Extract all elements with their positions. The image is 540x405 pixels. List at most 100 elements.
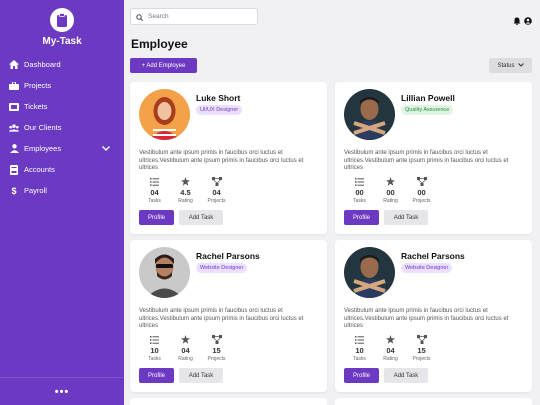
profile-button[interactable]: Profile bbox=[344, 210, 379, 225]
role-badge: Website Designer bbox=[196, 263, 248, 273]
sidebar-item-dashboard[interactable]: Dashboard bbox=[0, 54, 124, 75]
employee-card: Lillian Powell Quality Assurence Vestibu… bbox=[335, 82, 532, 234]
status-label: Status bbox=[497, 62, 515, 69]
diagram-icon bbox=[416, 177, 427, 186]
stat-label: Tasks bbox=[148, 356, 161, 362]
sidebar-item-our-clients[interactable]: Our Clients bbox=[0, 117, 124, 138]
stat-label: Tasks bbox=[353, 356, 366, 362]
employee-stats: 00 Tasks 00 Rating 00 Projects bbox=[344, 177, 437, 204]
add-task-button[interactable]: Add Task bbox=[179, 368, 223, 383]
avatar bbox=[139, 89, 190, 140]
sidebar-item-label: Employees bbox=[24, 144, 62, 153]
stat-value: 00 bbox=[355, 188, 364, 197]
stat-value: 04 bbox=[212, 188, 221, 197]
stat-label: Tasks bbox=[148, 198, 161, 204]
stat-value: 10 bbox=[150, 346, 159, 355]
stat-projects: 00 Projects bbox=[406, 177, 437, 204]
sidebar-item-label: Tickets bbox=[24, 102, 48, 111]
sidebar-item-label: Dashboard bbox=[24, 60, 61, 69]
sidebar-item-employees[interactable]: Employees bbox=[0, 138, 124, 159]
stat-rating: 04 Rating bbox=[375, 335, 406, 362]
stat-tasks: 10 Tasks bbox=[139, 335, 170, 362]
user-circle-icon[interactable] bbox=[524, 12, 532, 30]
card-actions: Profile Add Task bbox=[344, 210, 428, 225]
bell-icon[interactable] bbox=[513, 12, 521, 30]
add-employee-button[interactable]: + Add Employee bbox=[130, 58, 197, 73]
dollar-icon: $ bbox=[11, 185, 17, 196]
more-icon[interactable]: ••• bbox=[0, 377, 124, 405]
sidebar-item-accounts[interactable]: Accounts bbox=[0, 159, 124, 180]
employee-card-partial bbox=[335, 398, 532, 405]
search-icon bbox=[136, 8, 143, 26]
sidebar-item-label: Projects bbox=[24, 81, 52, 90]
profile-button[interactable]: Profile bbox=[139, 210, 174, 225]
search-input[interactable] bbox=[148, 13, 248, 20]
employee-card: Rachel Parsons Website Designer Vestibul… bbox=[130, 240, 327, 392]
avatar bbox=[139, 247, 190, 298]
role-badge: Quality Assurence bbox=[401, 105, 454, 115]
stat-label: Rating bbox=[178, 356, 193, 362]
stat-tasks: 04 Tasks bbox=[139, 177, 170, 204]
stat-rating: 04 Rating bbox=[170, 335, 201, 362]
users-icon bbox=[9, 123, 19, 133]
card-actions: Profile Add Task bbox=[139, 368, 223, 383]
avatar bbox=[344, 89, 395, 140]
add-task-button[interactable]: Add Task bbox=[384, 368, 428, 383]
stat-label: Tasks bbox=[353, 198, 366, 204]
stat-tasks: 00 Tasks bbox=[344, 177, 375, 204]
stat-label: Projects bbox=[412, 198, 431, 204]
star-icon bbox=[386, 335, 395, 344]
star-icon bbox=[181, 335, 190, 344]
employee-description: Vestibulum ante ipsum primis in faucibus… bbox=[139, 150, 304, 171]
stat-value: 10 bbox=[355, 346, 364, 355]
list-icon bbox=[150, 177, 159, 186]
profile-button[interactable]: Profile bbox=[139, 368, 174, 383]
topbar bbox=[130, 8, 534, 26]
stat-projects: 04 Projects bbox=[201, 177, 232, 204]
stat-value: 00 bbox=[417, 188, 426, 197]
receipt-icon bbox=[9, 164, 19, 175]
role-badge: UI/UX Designer bbox=[196, 105, 243, 115]
user-icon bbox=[9, 144, 19, 154]
stat-value: 00 bbox=[386, 188, 395, 197]
chevron-down-icon[interactable] bbox=[102, 144, 110, 153]
employee-name: Lillian Powell bbox=[401, 93, 455, 103]
sidebar: My-Task Dashboard Projects Tickets Our C… bbox=[0, 0, 124, 405]
stat-rating: 00 Rating bbox=[375, 177, 406, 204]
add-task-button[interactable]: Add Task bbox=[179, 210, 223, 225]
sidebar-item-payroll[interactable]: $ Payroll bbox=[0, 180, 124, 201]
stat-label: Rating bbox=[383, 198, 398, 204]
home-icon bbox=[9, 60, 19, 70]
employee-stats: 04 Tasks 4.5 Rating 04 Projects bbox=[139, 177, 232, 204]
role-badge: Website Designer bbox=[401, 263, 453, 273]
brand[interactable]: My-Task bbox=[0, 8, 124, 47]
employee-name: Rachel Parsons bbox=[401, 251, 465, 261]
chevron-down-icon bbox=[517, 62, 524, 69]
stat-label: Projects bbox=[207, 356, 226, 362]
sidebar-item-tickets[interactable]: Tickets bbox=[0, 96, 124, 117]
profile-button[interactable]: Profile bbox=[344, 368, 379, 383]
diagram-icon bbox=[416, 335, 427, 344]
employee-description: Vestibulum ante ipsum primis in faucibus… bbox=[344, 308, 509, 329]
sidebar-item-projects[interactable]: Projects bbox=[0, 75, 124, 96]
stat-label: Rating bbox=[383, 356, 398, 362]
diagram-icon bbox=[211, 335, 222, 344]
stat-label: Projects bbox=[207, 198, 226, 204]
employee-stats: 10 Tasks 04 Rating 15 Projects bbox=[139, 335, 232, 362]
star-icon bbox=[181, 177, 190, 186]
star-icon bbox=[386, 177, 395, 186]
stat-value: 04 bbox=[386, 346, 395, 355]
employee-name: Rachel Parsons bbox=[196, 251, 260, 261]
stat-label: Projects bbox=[412, 356, 431, 362]
page-title: Employee bbox=[131, 37, 188, 51]
top-icons bbox=[513, 12, 532, 30]
status-dropdown[interactable]: Status bbox=[489, 58, 532, 73]
brand-name: My-Task bbox=[42, 36, 82, 47]
stat-projects: 15 Projects bbox=[201, 335, 232, 362]
search-box bbox=[130, 8, 258, 25]
employee-card-partial bbox=[130, 398, 327, 405]
stat-tasks: 10 Tasks bbox=[344, 335, 375, 362]
add-task-button[interactable]: Add Task bbox=[384, 210, 428, 225]
sidebar-item-label: Payroll bbox=[24, 186, 47, 195]
sidebar-item-label: Accounts bbox=[24, 165, 55, 174]
